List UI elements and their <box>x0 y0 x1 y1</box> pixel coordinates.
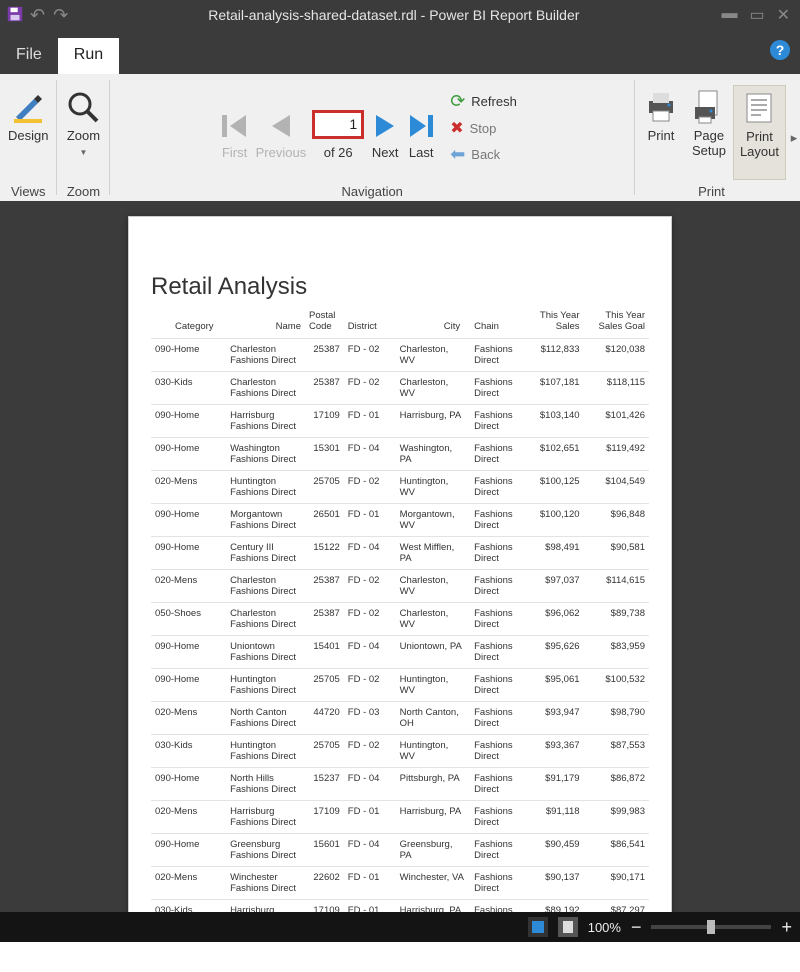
table-row: 090-Home15301Washington Fashions DirectF… <box>151 438 649 471</box>
table-row: 090-Home25387Charleston Fashions DirectF… <box>151 339 649 372</box>
print-layout-icon <box>741 90 777 126</box>
page-current-input[interactable]: 1 <box>312 110 364 139</box>
table-row: 090-Home15601Greensburg Fashions DirectF… <box>151 834 649 867</box>
menu-bar: File Run ? <box>0 30 800 74</box>
refresh-icon: ⟳ <box>450 91 465 112</box>
tab-run[interactable]: Run <box>58 38 119 74</box>
report-workspace: Retail Analysis Category Name Postal Cod… <box>0 202 800 942</box>
table-row: 090-Home26501Morgantown Fashions DirectF… <box>151 504 649 537</box>
design-icon <box>10 89 46 125</box>
print-layout-view-icon[interactable] <box>558 917 578 937</box>
table-row: 090-Home17109Harrisburg Fashions DirectF… <box>151 405 649 438</box>
col-name: Name <box>226 307 305 339</box>
zoom-in-button[interactable]: + <box>781 917 792 938</box>
table-row: 020-Mens22602Winchester Fashions DirectF… <box>151 867 649 900</box>
table-row: 020-Mens25705Huntington Fashions DirectF… <box>151 471 649 504</box>
table-row: 090-Home15122Century III Fashions Direct… <box>151 537 649 570</box>
zoom-icon <box>65 89 101 125</box>
window-title: Retail-analysis-shared-dataset.rdl - Pow… <box>76 7 711 23</box>
zoom-slider[interactable] <box>651 925 771 929</box>
page-input-container: 1 of 26 <box>312 110 364 160</box>
col-goal: This Year Sales Goal <box>584 307 649 339</box>
last-button[interactable]: Last <box>406 109 436 160</box>
back-button[interactable]: ⬅ Back <box>450 144 500 165</box>
undo-icon[interactable]: ↶ <box>28 5 47 26</box>
previous-button[interactable]: Previous <box>256 109 307 160</box>
report-table: Category Name Postal Code District City … <box>151 307 649 931</box>
status-zoom-percent: 100% <box>588 920 621 935</box>
page-setup-button[interactable]: Page Setup <box>685 85 733 180</box>
design-button[interactable]: Design <box>2 85 54 180</box>
minimize-icon[interactable]: ▬ <box>721 5 737 25</box>
col-district: District <box>344 307 396 339</box>
stop-icon: ✖ <box>450 118 463 138</box>
status-bar: 100% − + <box>0 912 800 942</box>
report-title: Retail Analysis <box>151 273 649 301</box>
refresh-button[interactable]: ⟳ Refresh <box>450 91 517 112</box>
table-row: 020-Mens44720North Canton Fashions Direc… <box>151 702 649 735</box>
table-row: 090-Home15401Uniontown Fashions DirectFD… <box>151 636 649 669</box>
back-icon: ⬅ <box>450 144 465 165</box>
last-icon <box>406 109 436 143</box>
zoom-label: Zoom▼ <box>67 129 100 159</box>
print-button[interactable]: Print <box>637 85 685 180</box>
title-bar: ↶ ↷ Retail-analysis-shared-dataset.rdl -… <box>0 0 800 30</box>
col-category: Category <box>151 307 226 339</box>
print-group-label: Print <box>698 180 725 201</box>
navigation-group-label: Navigation <box>341 180 402 201</box>
views-group-label: Views <box>11 180 45 201</box>
col-sales: This Year Sales <box>523 307 584 339</box>
redo-icon[interactable]: ↷ <box>51 5 70 26</box>
print-layout-button[interactable]: Print Layout <box>733 85 786 180</box>
col-postal: Postal Code <box>305 307 344 339</box>
col-city: City <box>396 307 470 339</box>
report-page: Retail Analysis Category Name Postal Cod… <box>128 216 672 931</box>
zoom-button[interactable]: Zoom▼ <box>59 85 107 180</box>
table-row: 050-Shoes25387Charleston Fashions Direct… <box>151 603 649 636</box>
table-row: 090-Home15237North Hills Fashions Direct… <box>151 768 649 801</box>
page-setup-icon <box>691 89 727 125</box>
table-row: 090-Home25705Huntington Fashions DirectF… <box>151 669 649 702</box>
table-row: 030-Kids25387Charleston Fashions DirectF… <box>151 372 649 405</box>
close-icon[interactable]: ✕ <box>777 5 790 25</box>
table-row: 020-Mens25387Charleston Fashions DirectF… <box>151 570 649 603</box>
stop-button[interactable]: ✖ Stop <box>450 118 496 138</box>
print-icon <box>643 89 679 125</box>
tab-file[interactable]: File <box>0 38 58 74</box>
zoom-out-button[interactable]: − <box>631 917 642 938</box>
first-icon <box>220 109 250 143</box>
previous-icon <box>266 109 296 143</box>
table-row: 030-Kids25705Huntington Fashions DirectF… <box>151 735 649 768</box>
zoom-group-label: Zoom <box>67 180 100 201</box>
first-button[interactable]: First <box>220 109 250 160</box>
maximize-icon[interactable]: ▭ <box>749 5 764 25</box>
next-icon <box>370 109 400 143</box>
ribbon: Design Views Zoom▼ Zoom First Previous 1 <box>0 74 800 202</box>
page-of-label: of 26 <box>324 145 353 160</box>
help-icon[interactable]: ? <box>770 40 790 60</box>
col-chain: Chain <box>470 307 523 339</box>
design-label: Design <box>8 129 48 144</box>
save-icon[interactable] <box>6 5 24 26</box>
table-row: 020-Mens17109Harrisburg Fashions DirectF… <box>151 801 649 834</box>
ribbon-expander-icon[interactable]: ▸ <box>788 74 800 201</box>
normal-view-icon[interactable] <box>528 917 548 937</box>
next-button[interactable]: Next <box>370 109 400 160</box>
